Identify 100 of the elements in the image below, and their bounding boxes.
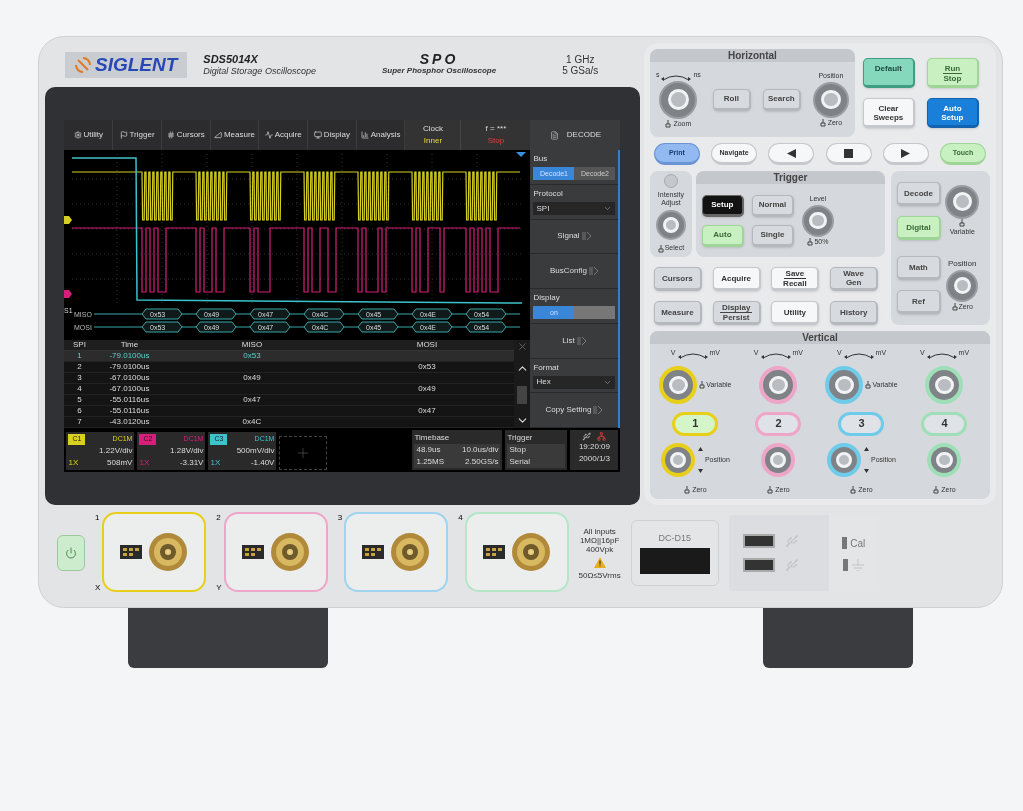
panel-button[interactable]: Acquire	[712, 267, 761, 291]
clock-source[interactable]: Clock Inner	[405, 120, 461, 150]
panel-button[interactable]: Measure	[653, 301, 702, 325]
decode-row[interactable]: 2 -79.0100us 0x53	[64, 362, 515, 373]
menu-label: Display	[533, 292, 561, 305]
clock-label: Clock	[422, 123, 443, 135]
knob[interactable]	[825, 366, 864, 404]
input-number: 4	[458, 512, 463, 524]
knob[interactable]	[946, 269, 979, 302]
timebase-panel[interactable]: Timebase 48.9us 10.0us/div 1.25MS 2.50GS/s	[412, 430, 503, 470]
knob[interactable]	[945, 184, 980, 219]
frequency-counter[interactable]: f = *** Stop	[460, 120, 531, 150]
offset-value: -1.40V	[250, 456, 275, 469]
swirl-logo-icon	[75, 57, 91, 73]
panel-title: Timebase	[414, 432, 451, 444]
add-channel-button[interactable]	[279, 436, 328, 470]
probe-contacts-icon	[362, 545, 385, 559]
knob[interactable]	[827, 443, 861, 477]
close-icon[interactable]	[516, 341, 528, 352]
panel-button[interactable]: History	[830, 301, 879, 325]
decode-row[interactable]: 6 -55.0116us 0x47	[64, 406, 515, 417]
table-cell: 0x47	[243, 394, 261, 406]
knob[interactable]	[655, 210, 686, 241]
push-icon	[699, 381, 706, 389]
probe-contacts-icon	[241, 545, 264, 559]
panel-button[interactable]: Cursors	[653, 267, 702, 291]
expand-arrow-icon	[593, 406, 604, 415]
scrollbar-thumb[interactable]	[517, 385, 528, 404]
panel-button[interactable]: Normal	[751, 194, 794, 217]
power-button[interactable]	[57, 535, 85, 571]
bnc-connector-drawing	[148, 532, 189, 572]
decode-row[interactable]: 5 -55.0116us 0x47	[64, 395, 515, 406]
panel-button[interactable]: Save Recall	[771, 267, 820, 291]
usb-icon	[784, 558, 799, 572]
expand-arrow-icon	[576, 336, 587, 345]
channel-button[interactable]: 4	[921, 411, 968, 436]
nav-button[interactable]	[768, 143, 815, 165]
knob[interactable]	[927, 443, 962, 477]
table-cell: 0x53	[418, 361, 436, 373]
table-cell: 7	[77, 416, 82, 428]
panel-button[interactable]: Wave Gen	[830, 267, 879, 291]
digital-port	[639, 547, 710, 574]
knob[interactable]	[659, 80, 698, 119]
frequency-label: f = ***	[485, 123, 507, 135]
dropdown[interactable]: Hex	[533, 375, 616, 389]
push-icon	[819, 118, 826, 127]
panel-button[interactable]: Clear Sweeps	[862, 98, 915, 128]
channel-button[interactable]: 2	[755, 411, 802, 436]
panel-button[interactable]: Run Stop	[926, 58, 979, 88]
table-cell: 0x4C	[242, 416, 262, 428]
display-screen[interactable]	[64, 120, 621, 472]
panel-title: Trigger	[507, 432, 534, 444]
table-cell: 1	[77, 350, 82, 362]
panel-button[interactable]: Roll	[712, 88, 751, 111]
menu-item[interactable]: Signal	[530, 219, 619, 255]
panel-button[interactable]: Digital	[896, 216, 941, 240]
expand-arrow-icon	[588, 267, 599, 276]
curved-arrow-icon	[661, 73, 692, 81]
panel-button[interactable]: Math	[896, 256, 941, 280]
nav-button[interactable]	[825, 143, 872, 165]
usb-port[interactable]	[742, 534, 775, 548]
panel-button[interactable]: Auto Setup	[926, 98, 979, 128]
series-description: Super Phosphor Oscilloscope	[381, 65, 497, 76]
decode-row[interactable]: 3 -67.0100us 0x49	[64, 373, 515, 384]
decode-row[interactable]: 4 -67.0100us 0x49	[64, 384, 515, 395]
knob[interactable]	[801, 204, 834, 237]
table-cell: -79.0100us	[109, 361, 150, 373]
panel-button[interactable]: Decode	[896, 182, 941, 206]
knob[interactable]	[925, 366, 964, 404]
panel-button[interactable]: Ref	[896, 290, 941, 314]
table-cell: -55.0116us	[109, 394, 150, 406]
scale-value: 1.28V/div	[170, 444, 204, 457]
nav-button[interactable]	[882, 143, 929, 165]
panel-button[interactable]: Auto	[701, 224, 744, 247]
left-triangle-icon	[786, 148, 796, 158]
decode-row[interactable]: 1 -79.0100us 0x53	[64, 351, 515, 362]
menu-item[interactable]: List	[530, 323, 619, 359]
cal-label: Cal	[850, 536, 866, 551]
channel-button[interactable]: 3	[838, 411, 885, 436]
push-icon	[865, 381, 872, 389]
knob-label: Position	[948, 257, 977, 270]
usb-port[interactable]	[742, 558, 775, 572]
ground-icon	[850, 558, 865, 571]
panel-button[interactable]: Default	[862, 58, 915, 88]
knob[interactable]	[812, 81, 849, 118]
panel-button[interactable]: Single	[751, 224, 794, 247]
knob[interactable]	[659, 366, 698, 404]
panel-button[interactable]: Search	[762, 88, 801, 111]
menu-item[interactable]: BusConfig	[530, 254, 619, 289]
table-cell: 0x47	[418, 405, 436, 417]
dropdown[interactable]: SPI	[533, 202, 616, 216]
knob[interactable]	[660, 443, 695, 477]
knob[interactable]	[761, 443, 796, 477]
channel-button[interactable]: 1	[672, 411, 719, 436]
panel-button[interactable]: Utility	[771, 301, 820, 325]
trigger-panel[interactable]: Trigger Stop Serial	[505, 430, 568, 470]
usb-icon	[582, 432, 592, 441]
panel-button[interactable]: Display Persist	[712, 301, 761, 325]
knob[interactable]	[759, 366, 798, 404]
panel-button[interactable]: Setup	[701, 194, 744, 217]
